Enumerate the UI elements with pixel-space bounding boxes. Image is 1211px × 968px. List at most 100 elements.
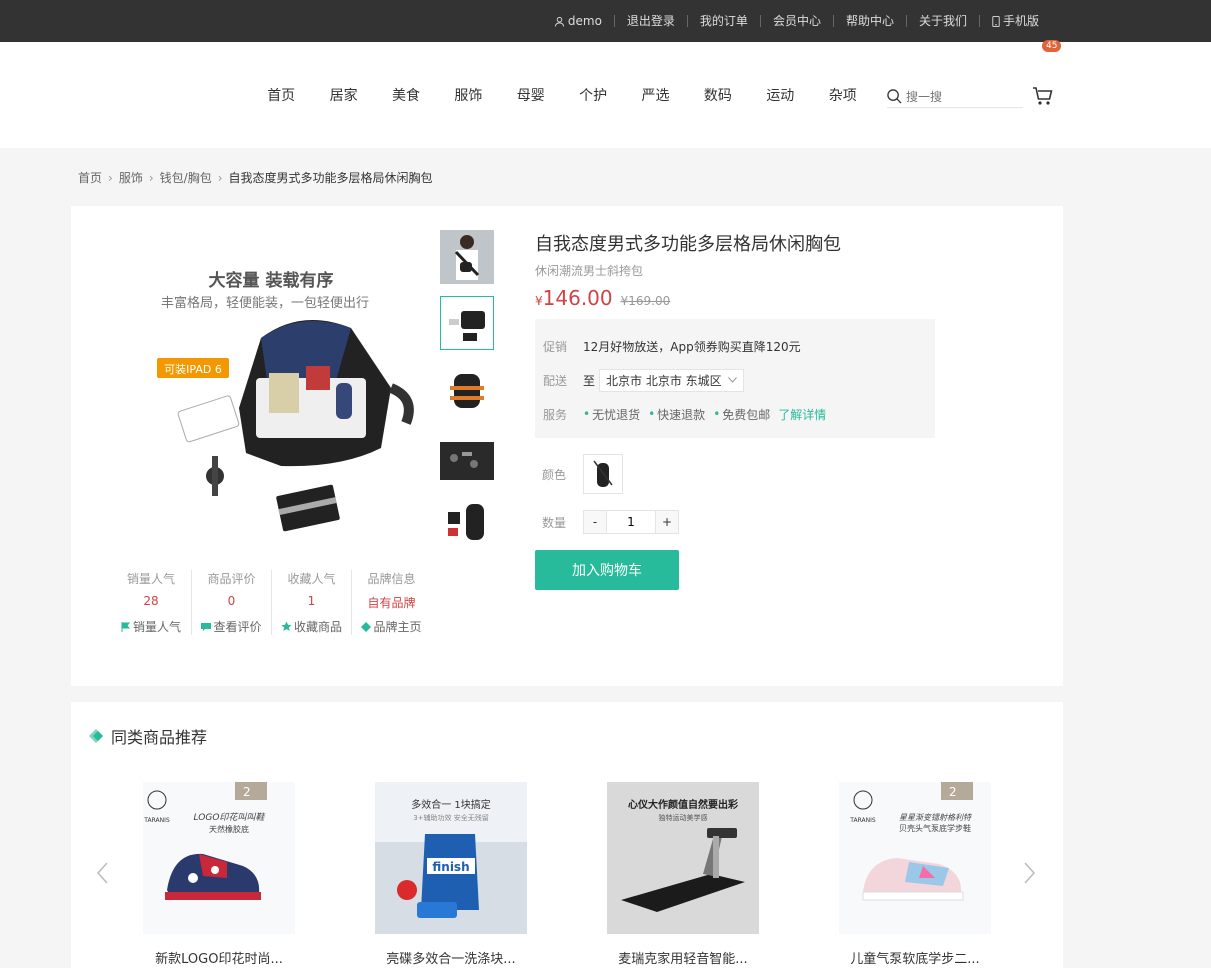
stat-favorites: 收藏人气 1 收藏商品 xyxy=(271,570,351,635)
nav-item-misc[interactable]: 杂项 xyxy=(812,85,874,105)
backpack-illustration: 大容量 装载有序 丰富格局，轻便能装，一包轻便出行 可装IPAD 6 xyxy=(157,270,414,532)
nav-item-food[interactable]: 美食 xyxy=(375,85,437,105)
stat-brand-link[interactable]: 品牌主页 xyxy=(352,618,431,635)
mobile-link[interactable]: 手机版 xyxy=(978,14,1051,28)
stat-favorite-link[interactable]: 收藏商品 xyxy=(272,618,351,635)
nav-item-digital[interactable]: 数码 xyxy=(687,85,749,105)
gallery-subline: 丰富格局，轻便能装，一包轻便出行 xyxy=(161,295,369,311)
nav-item-apparel[interactable]: 服饰 xyxy=(437,85,499,105)
dot-icon: • xyxy=(583,407,591,421)
chevron-left-icon[interactable] xyxy=(95,862,111,884)
service-item: 快速退款 xyxy=(657,407,706,422)
price-block: ¥ 146.00 ¥169.00 xyxy=(535,286,670,310)
nav-item-personal-care[interactable]: 个护 xyxy=(562,85,624,105)
stat-brand: 品牌信息 自有品牌 品牌主页 xyxy=(351,570,431,635)
recommend-item-name: 麦瑞克家用轻音智能... xyxy=(618,952,748,967)
old-price-value: 169.00 xyxy=(628,294,671,308)
stat-action: 销量人气 xyxy=(132,620,181,634)
about-us-link[interactable]: 关于我们 xyxy=(905,15,979,27)
logout-link[interactable]: 退出登录 xyxy=(613,15,687,27)
nav-item-baby[interactable]: 母婴 xyxy=(500,85,562,105)
stat-action: 品牌主页 xyxy=(373,620,422,634)
diamond-icon xyxy=(89,729,103,743)
increase-button[interactable]: + xyxy=(656,511,678,533)
recommend-item[interactable]: 多效合一 1块搞定 3+辅助功效 安全无残留 finish 亮碟多效合一洗涤块.… xyxy=(375,782,527,967)
recommend-item[interactable]: TARANIS 2 星星渐变镭射格利特 贝壳头气泵底学步鞋 儿童气泵软底学步二.… xyxy=(839,782,991,967)
search-input[interactable] xyxy=(906,89,1016,104)
svg-text:星星渐变镭射格利特: 星星渐变镭射格利特 xyxy=(899,813,972,822)
thumbnail-5[interactable] xyxy=(440,494,494,548)
recommend-title: 同类商品推荐 xyxy=(111,728,208,747)
shipping-row: 配送 至 北京市 北京市 东城区 xyxy=(543,363,927,397)
promo-text: 12月好物放送，App领券购买直降120元 xyxy=(583,339,801,354)
color-swatch[interactable] xyxy=(583,454,623,494)
svg-text:LOGO印花叫叫鞋: LOGO印花叫叫鞋 xyxy=(194,812,266,823)
add-to-cart-button[interactable]: 加入购物车 xyxy=(535,550,679,590)
thumbnail-2[interactable] xyxy=(440,296,494,350)
user-name: demo xyxy=(567,14,602,28)
product-subtitle: 休闲潮流男士斜挎包 xyxy=(535,264,644,278)
currency-symbol: ¥ xyxy=(535,294,543,308)
color-label: 颜色 xyxy=(542,467,567,482)
thumbnail-1[interactable] xyxy=(440,230,494,284)
star-icon xyxy=(281,621,292,631)
recommend-item-name: 亮碟多效合一洗涤块... xyxy=(386,952,516,967)
current-price: 146.00 xyxy=(542,286,613,310)
recommend-heading: 同类商品推荐 xyxy=(87,724,207,748)
chevron-right-icon[interactable] xyxy=(1021,862,1037,884)
stat-reviews: 商品评价 0 查看评价 xyxy=(191,570,271,635)
stat-label: 收藏人气 xyxy=(287,572,336,586)
flag-icon xyxy=(121,621,131,632)
promo-box: 促销 12月好物放送，App领券购买直降120元 配送 至 北京市 北京市 东城… xyxy=(535,319,935,438)
svg-text:3+辅助功效 安全无残留: 3+辅助功效 安全无残留 xyxy=(413,813,489,822)
stat-value: 28 xyxy=(143,594,159,608)
nav-item-home[interactable]: 首页 xyxy=(250,85,312,105)
thumbnail-3[interactable] xyxy=(440,362,494,416)
cart-icon[interactable] xyxy=(1032,85,1054,107)
recommend-item-image: 心仪大作颜值自然要出彩 独特运动美学感 xyxy=(607,782,759,934)
recommend-item-image: 多效合一 1块搞定 3+辅助功效 安全无残留 finish xyxy=(375,782,527,934)
breadcrumb-home[interactable]: 首页 xyxy=(78,169,102,186)
header: 首页 居家 美食 服饰 母婴 个护 严选 数码 运动 杂项 xyxy=(0,42,1211,148)
gallery-tag: 可装IPAD 6 xyxy=(164,363,222,376)
recommend-item[interactable]: TARANIS 2 LOGO印花叫叫鞋 天然橡胶底 新款LOGO印花时尚... xyxy=(143,782,295,967)
breadcrumb-current: 自我态度男式多功能多层格局休闲胸包 xyxy=(228,171,433,185)
user-link[interactable]: demo xyxy=(542,15,614,27)
service-details-link[interactable]: 了解详情 xyxy=(778,406,826,423)
svg-text:贝壳头气泵底学步鞋: 贝壳头气泵底学步鞋 xyxy=(899,823,971,833)
top-links: demo 退出登录 我的订单 会员中心 帮助中心 关于我们 手机版 xyxy=(542,0,1051,42)
svg-text:2: 2 xyxy=(949,785,957,799)
svg-text:心仪大作颜值自然要出彩: 心仪大作颜值自然要出彩 xyxy=(628,798,738,811)
my-orders-link[interactable]: 我的订单 xyxy=(686,15,760,27)
breadcrumb-apparel[interactable]: 服饰 xyxy=(119,169,143,186)
stat-reviews-link[interactable]: 查看评价 xyxy=(192,618,271,635)
breadcrumb-wallet-bags[interactable]: 钱包/胸包 xyxy=(160,169,212,186)
svg-text:多效合一 1块搞定: 多效合一 1块搞定 xyxy=(411,798,491,811)
stat-label: 销量人气 xyxy=(126,572,175,586)
svg-text:TARANIS: TARANIS xyxy=(143,817,170,824)
cart-count-badge: 45 xyxy=(1042,40,1062,52)
brand-icon xyxy=(361,621,372,632)
nav-item-home-living[interactable]: 居家 xyxy=(312,85,374,105)
stat-sales-link[interactable]: 销量人气 xyxy=(111,618,191,635)
user-icon xyxy=(554,16,564,27)
address-select[interactable]: 北京市 北京市 东城区 xyxy=(599,368,744,392)
dot-icon: • xyxy=(713,407,721,421)
svg-text:天然橡胶底: 天然橡胶底 xyxy=(209,824,249,834)
address-value: 北京市 北京市 东城区 xyxy=(606,373,722,388)
quantity-input[interactable] xyxy=(606,511,656,533)
phone-icon xyxy=(992,15,1000,27)
shipping-label: 配送 xyxy=(543,373,568,388)
stat-value: 0 xyxy=(227,594,236,608)
svg-text:TARANIS: TARANIS xyxy=(849,817,876,824)
nav-item-sports[interactable]: 运动 xyxy=(749,85,811,105)
member-center-link[interactable]: 会员中心 xyxy=(759,15,833,27)
help-center-link[interactable]: 帮助中心 xyxy=(832,15,906,27)
decrease-button[interactable]: - xyxy=(584,511,606,533)
recommend-item[interactable]: 心仪大作颜值自然要出彩 独特运动美学感 麦瑞克家用轻音智能... xyxy=(607,782,759,967)
chevron-right-icon: › xyxy=(108,170,113,185)
thumbnail-4[interactable] xyxy=(440,428,494,482)
mobile-label: 手机版 xyxy=(1002,14,1039,28)
nav-item-selected[interactable]: 严选 xyxy=(624,85,686,105)
recommend-item-image: TARANIS 2 星星渐变镭射格利特 贝壳头气泵底学步鞋 xyxy=(839,782,991,934)
